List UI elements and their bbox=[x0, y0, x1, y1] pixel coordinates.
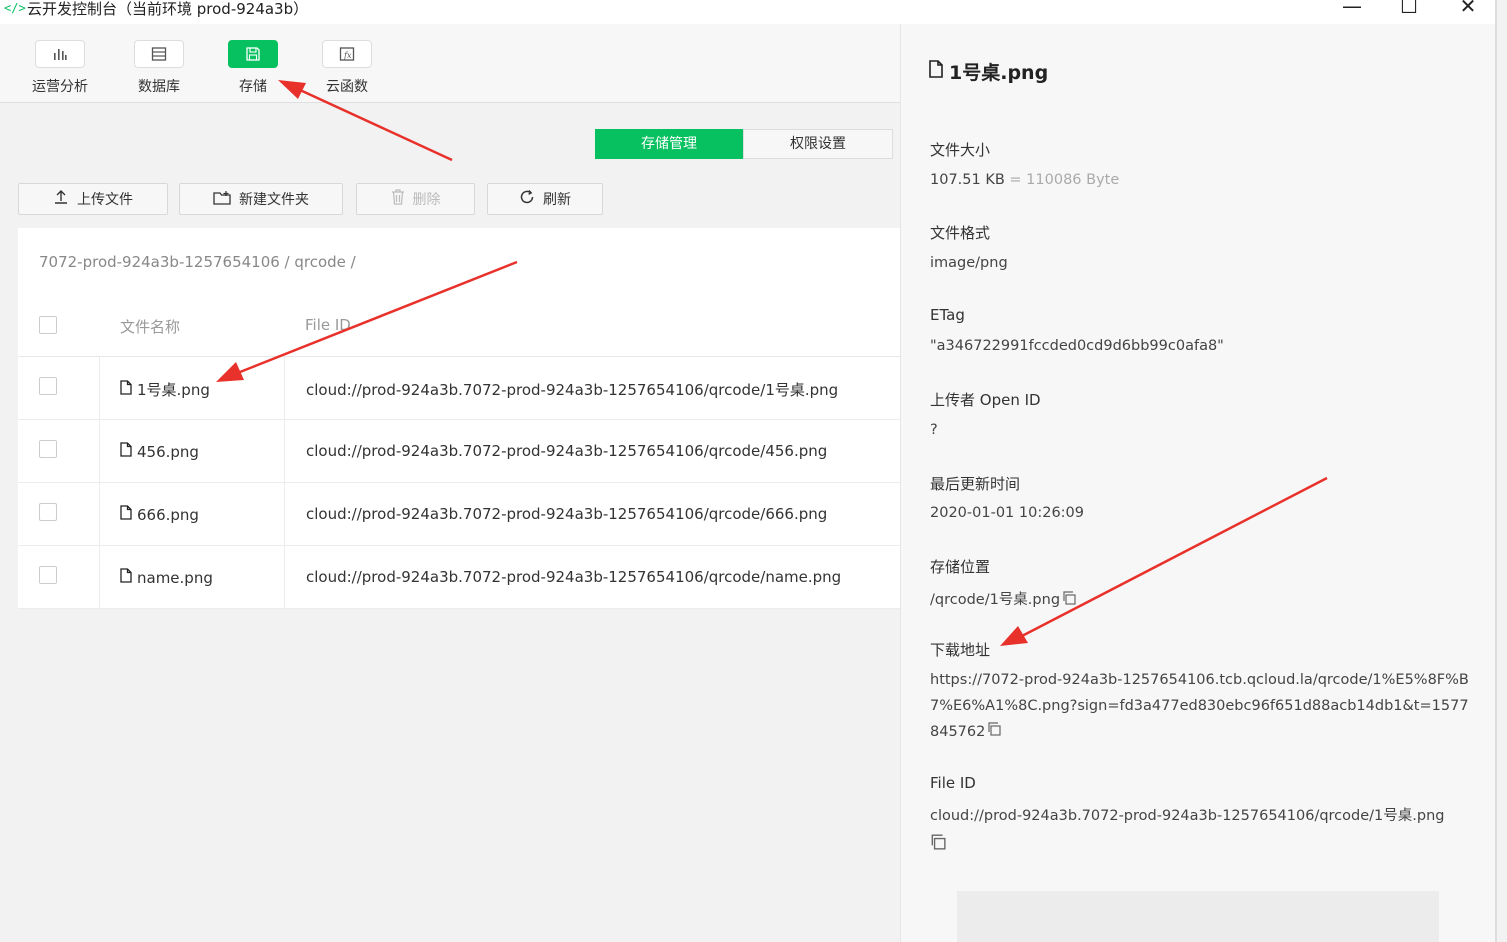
updated-value: 2020-01-01 10:26:09 bbox=[930, 505, 1084, 521]
window-edge bbox=[1495, 0, 1507, 942]
location-label: 存储位置 bbox=[930, 558, 991, 576]
close-button[interactable]: ✕ bbox=[1448, 0, 1488, 20]
toolbar-label: 云函数 bbox=[326, 79, 368, 95]
delete-button[interactable]: 删除 bbox=[356, 183, 475, 215]
toolbar-storage[interactable]: 存储 bbox=[218, 40, 288, 96]
file-name: 666.png bbox=[137, 505, 199, 524]
new-folder-label: 新建文件夹 bbox=[239, 192, 309, 208]
file-icon bbox=[120, 380, 132, 399]
table-row[interactable]: name.png cloud://prod-924a3b.7072-prod-9… bbox=[18, 546, 900, 609]
file-name-cell[interactable]: 1号桌.png bbox=[120, 379, 210, 400]
etag-value: "a346722991fccded0cd9d6bb99c0afa8" bbox=[930, 338, 1224, 354]
detail-title: 1号桌.png bbox=[929, 58, 1048, 85]
table-row[interactable]: 1号桌.png cloud://prod-924a3b.7072-prod-92… bbox=[18, 357, 900, 420]
refresh-button[interactable]: 刷新 bbox=[487, 183, 603, 215]
column-header-name: 文件名称 bbox=[120, 318, 181, 336]
file-id-cell: cloud://prod-924a3b.7072-prod-924a3b-125… bbox=[306, 568, 842, 586]
download-url-text[interactable]: https://7072-prod-924a3b-1257654106.tcb.… bbox=[930, 672, 1469, 740]
upload-label: 上传文件 bbox=[77, 192, 133, 208]
trash-icon bbox=[391, 189, 405, 209]
file-list-panel: 7072-prod-924a3b-1257654106 / qrcode / 文… bbox=[18, 228, 900, 609]
row-checkbox[interactable] bbox=[39, 440, 57, 458]
delete-label: 删除 bbox=[412, 192, 441, 208]
row-checkbox[interactable] bbox=[39, 566, 57, 584]
file-name: 1号桌.png bbox=[137, 381, 210, 399]
updated-label: 最后更新时间 bbox=[930, 475, 1021, 493]
file-id-cell: cloud://prod-924a3b.7072-prod-924a3b-125… bbox=[306, 505, 828, 523]
image-preview bbox=[957, 891, 1439, 942]
toolbar-label: 数据库 bbox=[138, 79, 180, 95]
file-name-cell[interactable]: name.png bbox=[120, 568, 213, 587]
format-value: image/png bbox=[930, 255, 1008, 271]
new-folder-button[interactable]: 新建文件夹 bbox=[179, 183, 343, 215]
size-value: 107.51 KB = 110086 Byte bbox=[930, 172, 1119, 188]
refresh-icon bbox=[519, 189, 535, 209]
file-id-text: cloud://prod-924a3b.7072-prod-924a3b-125… bbox=[930, 808, 1445, 824]
file-name: 456.png bbox=[137, 442, 199, 461]
svg-text:fx: fx bbox=[343, 51, 352, 60]
toolbar-label: 存储 bbox=[239, 79, 267, 95]
file-id-cell: cloud://prod-924a3b.7072-prod-924a3b-125… bbox=[306, 381, 839, 399]
file-name-cell[interactable]: 666.png bbox=[120, 505, 199, 524]
file-id-cell: cloud://prod-924a3b.7072-prod-924a3b-125… bbox=[306, 442, 828, 460]
file-icon bbox=[120, 568, 132, 587]
size-label: 文件大小 bbox=[930, 141, 991, 159]
copy-icon[interactable] bbox=[930, 833, 1490, 859]
location-value: /qrcode/1号桌.png bbox=[930, 588, 1076, 609]
tab-permission-settings[interactable]: 权限设置 bbox=[743, 129, 893, 159]
tab-storage-manage[interactable]: 存储管理 bbox=[595, 129, 743, 159]
row-checkbox[interactable] bbox=[39, 503, 57, 521]
download-label: 下载地址 bbox=[930, 641, 991, 659]
file-id-value: cloud://prod-924a3b.7072-prod-924a3b-125… bbox=[930, 803, 1490, 859]
size-kb: 107.51 KB bbox=[930, 172, 1005, 188]
uploader-value: ? bbox=[930, 422, 938, 438]
file-detail-panel: 1号桌.png 文件大小 107.51 KB = 110086 Byte 文件格… bbox=[900, 24, 1495, 942]
breadcrumb[interactable]: 7072-prod-924a3b-1257654106 / qrcode / bbox=[39, 253, 356, 271]
bar-chart-icon bbox=[35, 40, 85, 68]
file-icon bbox=[929, 60, 943, 83]
uploader-label: 上传者 Open ID bbox=[930, 391, 1041, 409]
table-row[interactable]: 666.png cloud://prod-924a3b.7072-prod-92… bbox=[18, 483, 900, 546]
table-row[interactable]: 456.png cloud://prod-924a3b.7072-prod-92… bbox=[18, 420, 900, 483]
column-header-file-id: File ID bbox=[305, 316, 351, 334]
table-header: 文件名称 File ID bbox=[18, 306, 900, 357]
upload-file-button[interactable]: 上传文件 bbox=[18, 183, 168, 215]
file-icon bbox=[120, 442, 132, 461]
floppy-disk-icon bbox=[228, 40, 278, 68]
window-title: 云开发控制台（当前环境 prod-924a3b） bbox=[27, 0, 309, 18]
etag-label: ETag bbox=[930, 306, 965, 324]
download-url: https://7072-prod-924a3b-1257654106.tcb.… bbox=[930, 667, 1470, 745]
upload-icon bbox=[53, 189, 69, 209]
select-all-checkbox[interactable] bbox=[39, 316, 57, 334]
file-id-label: File ID bbox=[930, 774, 976, 792]
row-checkbox[interactable] bbox=[39, 377, 57, 395]
database-icon bbox=[134, 40, 184, 68]
toolbar-cloud-functions[interactable]: fx 云函数 bbox=[312, 40, 382, 96]
size-bytes: = 110086 Byte bbox=[1009, 172, 1120, 188]
file-icon bbox=[120, 505, 132, 524]
title-bar: </> 云开发控制台（当前环境 prod-924a3b） — ☐ ✕ bbox=[0, 0, 1507, 24]
maximize-button[interactable]: ☐ bbox=[1389, 0, 1429, 20]
file-name-cell[interactable]: 456.png bbox=[120, 442, 199, 461]
copy-icon[interactable] bbox=[987, 719, 1001, 745]
folder-plus-icon bbox=[213, 190, 231, 209]
refresh-label: 刷新 bbox=[543, 192, 571, 208]
copy-icon[interactable] bbox=[1062, 591, 1076, 609]
toolbar-label: 运营分析 bbox=[32, 79, 88, 95]
file-name: name.png bbox=[137, 568, 213, 587]
main-toolbar: 运营分析 数据库 存储 fx 云函数 bbox=[0, 24, 900, 103]
toolbar-database[interactable]: 数据库 bbox=[124, 40, 194, 96]
toolbar-analytics[interactable]: 运营分析 bbox=[25, 40, 95, 96]
app-logo-icon: </> bbox=[4, 1, 26, 15]
format-label: 文件格式 bbox=[930, 224, 991, 242]
location-path: /qrcode/1号桌.png bbox=[930, 592, 1061, 608]
detail-file-name: 1号桌.png bbox=[949, 62, 1049, 84]
function-icon: fx bbox=[322, 40, 372, 68]
minimize-button[interactable]: — bbox=[1332, 0, 1372, 20]
